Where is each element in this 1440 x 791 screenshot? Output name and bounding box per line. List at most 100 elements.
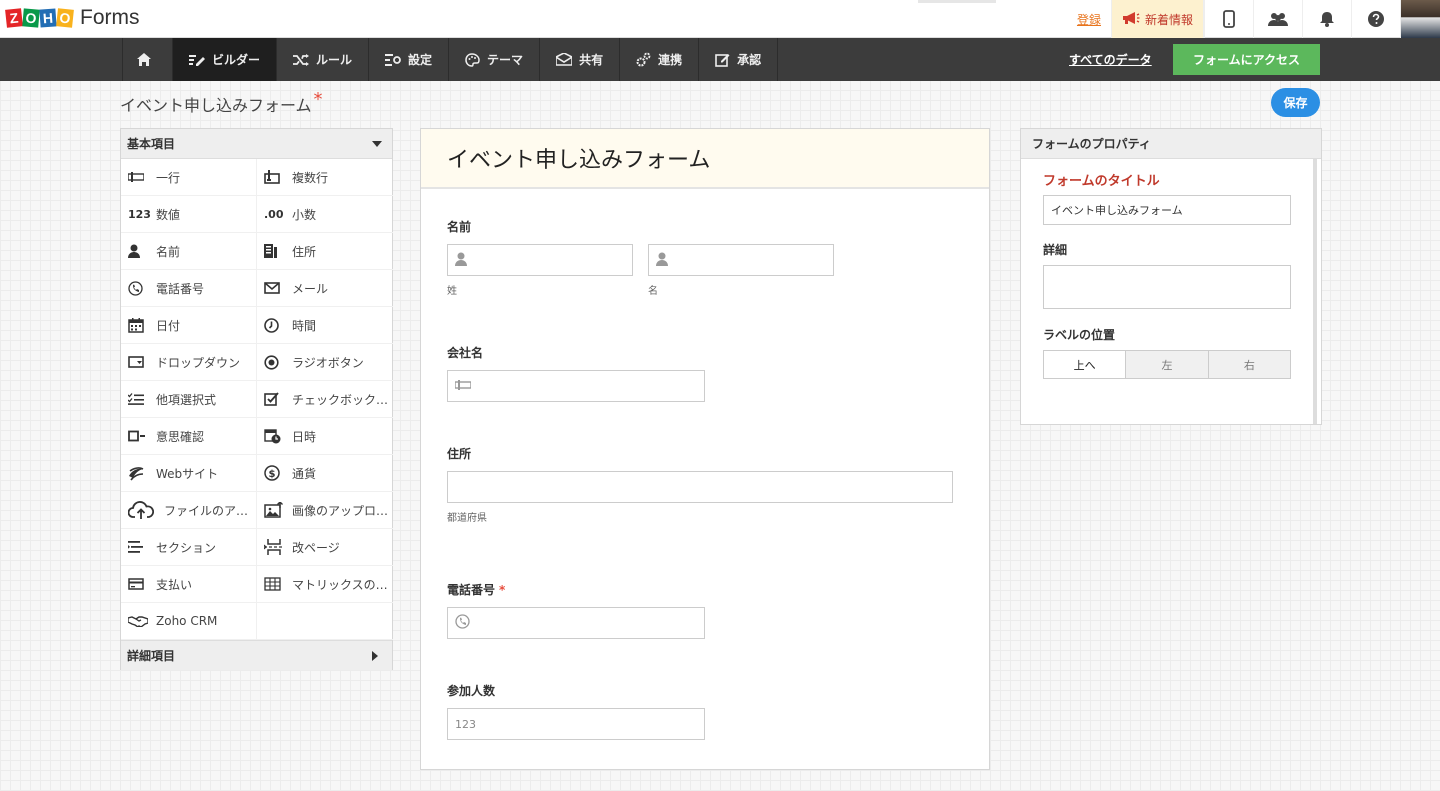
form-name-text: イベント申し込みフォーム <box>120 96 312 115</box>
attendees-field-label[interactable]: 参加人数 <box>447 682 495 699</box>
palette-item-file-upload[interactable]: ファイルのア… <box>121 492 257 529</box>
nav-home[interactable] <box>122 38 172 81</box>
calendar-icon <box>128 317 148 333</box>
zoho-logo-mark: Z O H O <box>5 8 74 28</box>
palette-item-label: 住所 <box>292 244 317 259</box>
palette-item-date[interactable]: 日付 <box>121 307 257 344</box>
palette-item-label: マトリックスの… <box>292 577 388 592</box>
label-position-toggle: 上へ 左 右 <box>1043 350 1291 379</box>
zoho-forms-logo[interactable]: Z O H O Forms <box>5 5 140 31</box>
nav-tab-settings[interactable]: 設定 <box>368 38 448 81</box>
name-field-label[interactable]: 名前 <box>447 218 471 235</box>
form-header[interactable]: イベント申し込みフォーム <box>421 129 989 189</box>
palette-item-label: 画像のアップロ… <box>292 503 389 518</box>
advanced-fields-header[interactable]: 詳細項目 <box>121 640 392 670</box>
all-data-link[interactable]: すべてのデータ <box>1069 51 1152 68</box>
label-position-right[interactable]: 右 <box>1207 351 1290 378</box>
company-input[interactable] <box>447 370 705 402</box>
access-form-button[interactable]: フォームにアクセス <box>1173 44 1320 75</box>
nav-tab-approval[interactable]: 承認 <box>698 38 779 81</box>
top-bar: Z O H O Forms 登録 新着情報 <box>0 0 1440 38</box>
nav-tab-builder[interactable]: ビルダー <box>172 38 277 81</box>
palette-item-website[interactable]: Webサイト <box>121 455 257 492</box>
users-icon[interactable] <box>1253 0 1302 38</box>
nav-tabs: ビルダー ルール 設定 テーマ 共有 連携 承認 <box>122 38 779 81</box>
palette-item-time[interactable]: 時間 <box>257 307 393 344</box>
palette-item-address[interactable]: 住所 <box>257 233 393 270</box>
user-avatar[interactable] <box>1400 0 1440 38</box>
palette-item-label: 通貨 <box>292 466 317 481</box>
person-icon <box>128 243 148 259</box>
news-button[interactable]: 新着情報 <box>1110 0 1204 38</box>
palette-item-section[interactable]: セクション <box>121 529 257 566</box>
palette-item-label: 日付 <box>156 318 181 333</box>
palette-item-datetime[interactable]: 日時 <box>257 418 393 455</box>
form-title-input[interactable]: イベント申し込みフォーム <box>1043 195 1291 225</box>
label-position-left[interactable]: 左 <box>1125 351 1208 378</box>
nav-label: 設定 <box>408 53 433 67</box>
first-name-sublabel: 姓 <box>447 286 457 297</box>
address-field-label[interactable]: 住所 <box>447 445 471 462</box>
nav-label: 連携 <box>658 53 683 67</box>
nav-tab-rules[interactable]: ルール <box>276 38 368 81</box>
logo-letter: O <box>22 8 40 28</box>
palette-item-email[interactable]: メール <box>257 270 393 307</box>
palette-item-decision[interactable]: 意思確認 <box>121 418 257 455</box>
form-name-title[interactable]: イベント申し込みフォーム * <box>120 89 323 116</box>
palette-item-phone[interactable]: 電話番号 <box>121 270 257 307</box>
palette-item-payment[interactable]: 支払い <box>121 566 257 603</box>
mail-icon <box>264 280 284 296</box>
upload-cloud-icon <box>128 501 156 519</box>
gears-icon <box>636 52 651 67</box>
first-name-input[interactable] <box>447 244 633 276</box>
handshake-icon <box>128 613 148 629</box>
checkbox-icon <box>264 391 284 407</box>
page-break-icon <box>264 539 284 555</box>
help-icon[interactable] <box>1351 0 1400 38</box>
basic-fields-header[interactable]: 基本項目 <box>121 129 392 159</box>
attendees-input[interactable]: 123 <box>447 708 705 740</box>
last-name-input[interactable] <box>648 244 834 276</box>
nav-label: ビルダー <box>212 53 261 67</box>
palette-item-decimal[interactable]: .00 小数 <box>257 196 393 233</box>
company-field-label[interactable]: 会社名 <box>447 344 483 361</box>
palette-item-radio[interactable]: ラジオボタン <box>257 344 393 381</box>
phone-field-label[interactable]: 電話番号 * <box>447 581 505 598</box>
palette-item-name[interactable]: 名前 <box>121 233 257 270</box>
single-line-icon <box>454 379 472 393</box>
register-link[interactable]: 登録 <box>1077 11 1101 28</box>
palette-item-currency[interactable]: $ 通貨 <box>257 455 393 492</box>
palette-item-single-line[interactable]: 一行 <box>121 159 257 196</box>
form-header-title: イベント申し込みフォーム <box>447 148 711 173</box>
address-input[interactable] <box>447 471 953 503</box>
person-icon <box>656 252 668 269</box>
nav-tab-theme[interactable]: テーマ <box>448 38 539 81</box>
nav-tab-share[interactable]: 共有 <box>539 38 619 81</box>
palette-item-multi-choice[interactable]: 他項選択式 <box>121 381 257 418</box>
builder-icon <box>189 54 205 66</box>
palette-item-number[interactable]: 123 数値 <box>121 196 257 233</box>
palette-item-zoho-crm[interactable]: Zoho CRM <box>121 603 257 640</box>
palette-icon <box>465 52 480 67</box>
nav-tab-integrations[interactable]: 連携 <box>619 38 698 81</box>
palette-item-label: 他項選択式 <box>156 392 217 407</box>
palette-item-matrix[interactable]: マトリックスの… <box>257 566 393 603</box>
required-marker: * <box>499 583 506 597</box>
palette-item-checkbox[interactable]: チェックボック… <box>257 381 393 418</box>
form-properties-panel: フォームのプロパティ フォームのタイトル イベント申し込みフォーム 詳細 ラベル… <box>1020 128 1322 425</box>
nav-label: 共有 <box>579 53 604 67</box>
form-canvas: イベント申し込みフォーム 名前 姓 名 会社名 住所 都道府県 電話番号 * 参加… <box>420 128 990 770</box>
palette-item-multi-line[interactable]: 複数行 <box>257 159 393 196</box>
palette-item-image-upload[interactable]: 画像のアップロ… <box>257 492 393 529</box>
mobile-icon[interactable] <box>1204 0 1253 38</box>
phone-input[interactable] <box>447 607 705 639</box>
palette-item-label: ドロップダウン <box>156 355 241 370</box>
label-position-top[interactable]: 上へ <box>1044 351 1126 378</box>
properties-scrollbar[interactable] <box>1313 159 1317 424</box>
palette-item-page-break[interactable]: 改ページ <box>257 529 393 566</box>
product-name: Forms <box>80 6 140 29</box>
save-button[interactable]: 保存 <box>1271 88 1320 117</box>
description-textarea[interactable] <box>1043 265 1291 309</box>
palette-item-dropdown[interactable]: ドロップダウン <box>121 344 257 381</box>
bell-icon[interactable] <box>1302 0 1351 38</box>
